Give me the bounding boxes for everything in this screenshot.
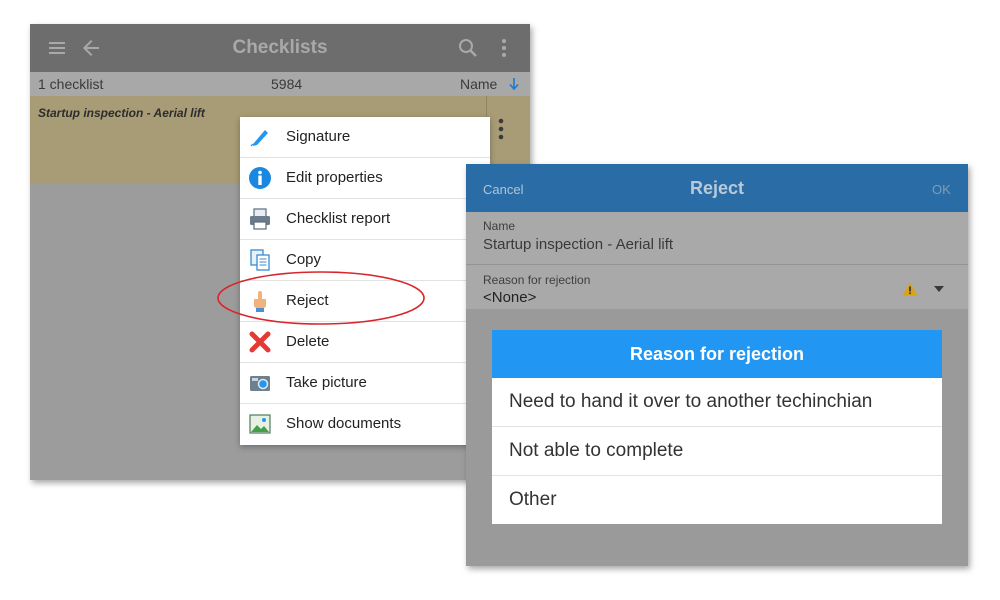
checklists-toolbar: Checklists [30,24,530,72]
more-vert-icon[interactable] [492,36,516,60]
menu-item-copy[interactable]: Copy [240,240,490,281]
page-title: Checklists [232,37,328,58]
dropdown-arrow-icon[interactable] [933,285,945,293]
sort-arrow-down-icon[interactable] [508,77,520,91]
dialog-header: Cancel Reject OK [466,164,968,212]
checklist-count: 1 checklist [38,76,104,92]
menu-item-signature[interactable]: Signature [240,117,490,158]
picker-header: Reason for rejection [492,330,942,378]
camera-icon [250,376,270,391]
menu-item-label: Show documents [286,415,402,432]
menu-item-label: Copy [286,251,322,268]
name-field-label: Name [483,219,516,233]
sort-label[interactable]: Name [460,76,497,92]
list-subbar: 1 checklist 5984 Name [30,72,530,96]
reason-picker: Reason for rejection Need to hand it ove… [492,330,942,524]
picker-title: Reason for rejection [629,344,805,364]
menu-item-label: Take picture [286,374,367,391]
reason-option-label: Other [509,489,557,510]
menu-item-show-documents[interactable]: Show documents [240,404,490,444]
menu-item-reject[interactable]: Reject [240,281,490,322]
reason-field-label: Reason for rejection [483,273,591,287]
menu-item-label: Delete [286,333,330,350]
name-field[interactable]: Name Startup inspection - Aerial lift [466,212,968,265]
reason-option[interactable]: Other [492,476,942,524]
menu-item-delete[interactable]: Delete [240,322,490,363]
delete-x-icon [249,331,271,353]
printer-icon [250,208,270,230]
context-menu: Signature Edit properties Checklist repo… [240,117,490,445]
warning-icon [902,282,918,296]
menu-item-take-picture[interactable]: Take picture [240,363,490,404]
pen-icon [250,130,268,147]
documents-icon [249,414,271,434]
menu-item-edit-properties[interactable]: Edit properties [240,158,490,199]
menu-item-label: Signature [286,128,351,145]
checklist-number: 5984 [271,76,303,92]
reason-field[interactable]: Reason for rejection <None> [466,265,968,309]
menu-item-checklist-report[interactable]: Checklist report [240,199,490,240]
menu-item-label: Reject [286,292,329,309]
hand-icon [254,291,266,312]
reason-option-label: Not able to complete [509,440,684,461]
copy-icon [250,249,270,271]
name-field-value: Startup inspection - Aerial lift [483,236,674,253]
ok-button[interactable]: OK [932,182,951,197]
menu-item-label: Edit properties [286,169,383,186]
search-icon[interactable] [456,36,480,60]
menu-item-label: Checklist report [286,210,391,227]
reason-option[interactable]: Need to hand it over to another techinch… [492,378,942,427]
item-more-vert-icon[interactable] [494,116,508,144]
reject-dialog: Cancel Reject OK Name Startup inspection… [466,164,968,566]
checklist-title: Startup inspection - Aerial lift [38,106,205,120]
info-icon [249,167,271,189]
reason-option-label: Need to hand it over to another techinch… [509,391,873,412]
reason-option[interactable]: Not able to complete [492,427,942,476]
dialog-title: Reject [689,178,745,198]
reason-field-value: <None> [483,289,537,306]
